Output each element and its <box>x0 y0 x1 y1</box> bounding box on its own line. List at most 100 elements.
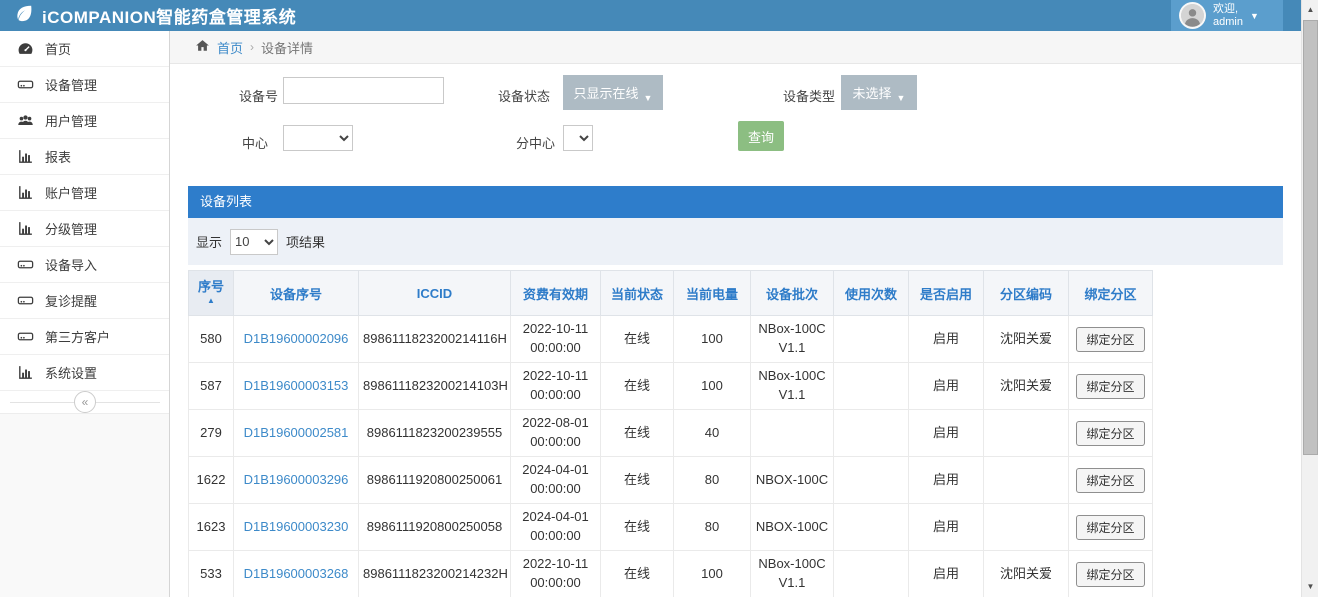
sidebar-item-system-settings[interactable]: 系统设置 <box>0 355 169 391</box>
cell-serial: D1B19600003268 <box>234 551 359 597</box>
sidebar-collapse-button[interactable]: « <box>74 391 96 413</box>
col-header-iccid[interactable]: ICCID <box>359 271 511 316</box>
subcenter-select[interactable] <box>563 125 593 151</box>
bar-chart-icon <box>17 364 34 381</box>
cell-serial: D1B19600003296 <box>234 457 359 504</box>
sidebar-collapse-row: « <box>0 391 170 413</box>
page: iCOMPANION智能药盒管理系统 欢迎, admin ▼ ▲ ▼ 首页 设备… <box>0 0 1318 597</box>
cell-iccid: 8986111823200214103H <box>359 363 511 410</box>
device-serial-link[interactable]: D1B19600003268 <box>244 566 349 581</box>
cell-battery: 100 <box>674 363 751 410</box>
sidebar-item-home[interactable]: 首页 <box>0 31 169 67</box>
breadcrumb-home-link[interactable]: 首页 <box>217 38 243 57</box>
cell-battery: 100 <box>674 316 751 363</box>
scroll-up-icon[interactable]: ▲ <box>1302 2 1318 18</box>
sidebar-item-thirdparty-client[interactable]: 第三方客户 <box>0 319 169 355</box>
cell-status: 在线 <box>601 551 674 597</box>
sidebar-item-label: 设备导入 <box>45 255 97 274</box>
brand: iCOMPANION智能药盒管理系统 <box>0 3 296 28</box>
hdd-icon <box>17 256 34 273</box>
sidebar-item-reports[interactable]: 报表 <box>0 139 169 175</box>
page-scrollbar[interactable]: ▲ ▼ <box>1301 0 1318 597</box>
panel-title: 设备列表 <box>188 186 1283 218</box>
col-header-bind-partition[interactable]: 绑定分区 <box>1069 271 1153 316</box>
user-menu[interactable]: 欢迎, admin ▼ <box>1171 0 1283 31</box>
bind-partition-button[interactable]: 绑定分区 <box>1076 327 1144 352</box>
cell-use_count <box>834 551 909 597</box>
cell-status: 在线 <box>601 457 674 504</box>
device-table: 序号▲ 设备序号 ICCID 资费有效期 当前状态 当前电量 设备批次 使用次数… <box>188 270 1153 597</box>
sidebar-item-label: 报表 <box>45 147 71 166</box>
col-header-use-count[interactable]: 使用次数 <box>834 271 909 316</box>
cell-action: 绑定分区 <box>1069 457 1153 504</box>
cell-batch: NBox-100C V1.1 <box>751 316 834 363</box>
scrollbar-thumb[interactable] <box>1303 20 1318 455</box>
cell-index: 587 <box>189 363 234 410</box>
bar-chart-icon <box>17 184 34 201</box>
sidebar-item-device-import[interactable]: 设备导入 <box>0 247 169 283</box>
sidebar-item-level-mgmt[interactable]: 分级管理 <box>0 211 169 247</box>
cell-batch: NBOX-100C <box>751 504 834 551</box>
bind-partition-button[interactable]: 绑定分区 <box>1076 562 1144 587</box>
page-size-select[interactable]: 10 <box>230 229 278 255</box>
device-no-input[interactable] <box>283 77 444 104</box>
center-select[interactable] <box>283 125 353 151</box>
col-header-expire[interactable]: 资费有效期 <box>511 271 601 316</box>
search-button[interactable]: 查询 <box>738 121 784 151</box>
cell-use_count <box>834 410 909 457</box>
sidebar-item-device-mgmt[interactable]: 设备管理 <box>0 67 169 103</box>
cell-enabled: 启用 <box>909 551 984 597</box>
table-row: 587D1B196000031538986111823200214103H202… <box>189 363 1153 410</box>
cell-partition_code: 沈阳关爱 <box>984 316 1069 363</box>
col-header-batch[interactable]: 设备批次 <box>751 271 834 316</box>
device-serial-link[interactable]: D1B19600002581 <box>244 425 349 440</box>
device-serial-link[interactable]: D1B19600002096 <box>244 331 349 346</box>
cell-enabled: 启用 <box>909 504 984 551</box>
cell-battery: 80 <box>674 457 751 504</box>
col-header-status[interactable]: 当前状态 <box>601 271 674 316</box>
cell-action: 绑定分区 <box>1069 504 1153 551</box>
col-header-partition-code[interactable]: 分区编码 <box>984 271 1069 316</box>
device-serial-link[interactable]: D1B19600003230 <box>244 519 349 534</box>
cell-status: 在线 <box>601 316 674 363</box>
cell-expire: 2024-04-01 00:00:00 <box>511 504 601 551</box>
table-row: 1623D1B196000032308986111920800250058202… <box>189 504 1153 551</box>
bind-partition-button[interactable]: 绑定分区 <box>1076 421 1144 446</box>
bind-partition-button[interactable]: 绑定分区 <box>1076 515 1144 540</box>
col-header-serial[interactable]: 设备序号 <box>234 271 359 316</box>
sidebar-footer <box>0 413 169 597</box>
bar-chart-icon <box>17 220 34 237</box>
cell-battery: 40 <box>674 410 751 457</box>
device-serial-link[interactable]: D1B19600003296 <box>244 472 349 487</box>
sidebar-item-label: 分级管理 <box>45 219 97 238</box>
users-icon <box>17 112 34 129</box>
cell-index: 1623 <box>189 504 234 551</box>
cell-partition_code: 沈阳关爱 <box>984 363 1069 410</box>
cell-index: 279 <box>189 410 234 457</box>
cell-use_count <box>834 363 909 410</box>
device-type-dropdown[interactable]: 未选择 ▼ <box>841 75 917 110</box>
col-header-enabled[interactable]: 是否启用 <box>909 271 984 316</box>
cell-index: 533 <box>189 551 234 597</box>
device-type-value: 未选择 <box>853 83 892 102</box>
cell-battery: 100 <box>674 551 751 597</box>
sidebar-item-label: 复诊提醒 <box>45 291 97 310</box>
breadcrumb: 首页 › 设备详情 <box>170 31 1301 64</box>
bind-partition-button[interactable]: 绑定分区 <box>1076 374 1144 399</box>
device-serial-link[interactable]: D1B19600003153 <box>244 378 349 393</box>
cell-action: 绑定分区 <box>1069 551 1153 597</box>
col-header-battery[interactable]: 当前电量 <box>674 271 751 316</box>
bind-partition-button[interactable]: 绑定分区 <box>1076 468 1144 493</box>
cell-expire: 2022-10-11 00:00:00 <box>511 551 601 597</box>
sidebar-item-revisit-reminder[interactable]: 复诊提醒 <box>0 283 169 319</box>
table-row: 580D1B196000020968986111823200214116H202… <box>189 316 1153 363</box>
scroll-down-icon[interactable]: ▼ <box>1302 579 1318 595</box>
sidebar-item-account-mgmt[interactable]: 账户管理 <box>0 175 169 211</box>
sidebar-item-user-mgmt[interactable]: 用户管理 <box>0 103 169 139</box>
sidebar-item-label: 系统设置 <box>45 363 97 382</box>
results-label: 项结果 <box>286 232 325 251</box>
cell-use_count <box>834 504 909 551</box>
device-status-dropdown[interactable]: 只显示在线 ▼ <box>563 75 663 110</box>
cell-expire: 2022-10-11 00:00:00 <box>511 316 601 363</box>
col-header-index[interactable]: 序号▲ <box>189 271 234 316</box>
